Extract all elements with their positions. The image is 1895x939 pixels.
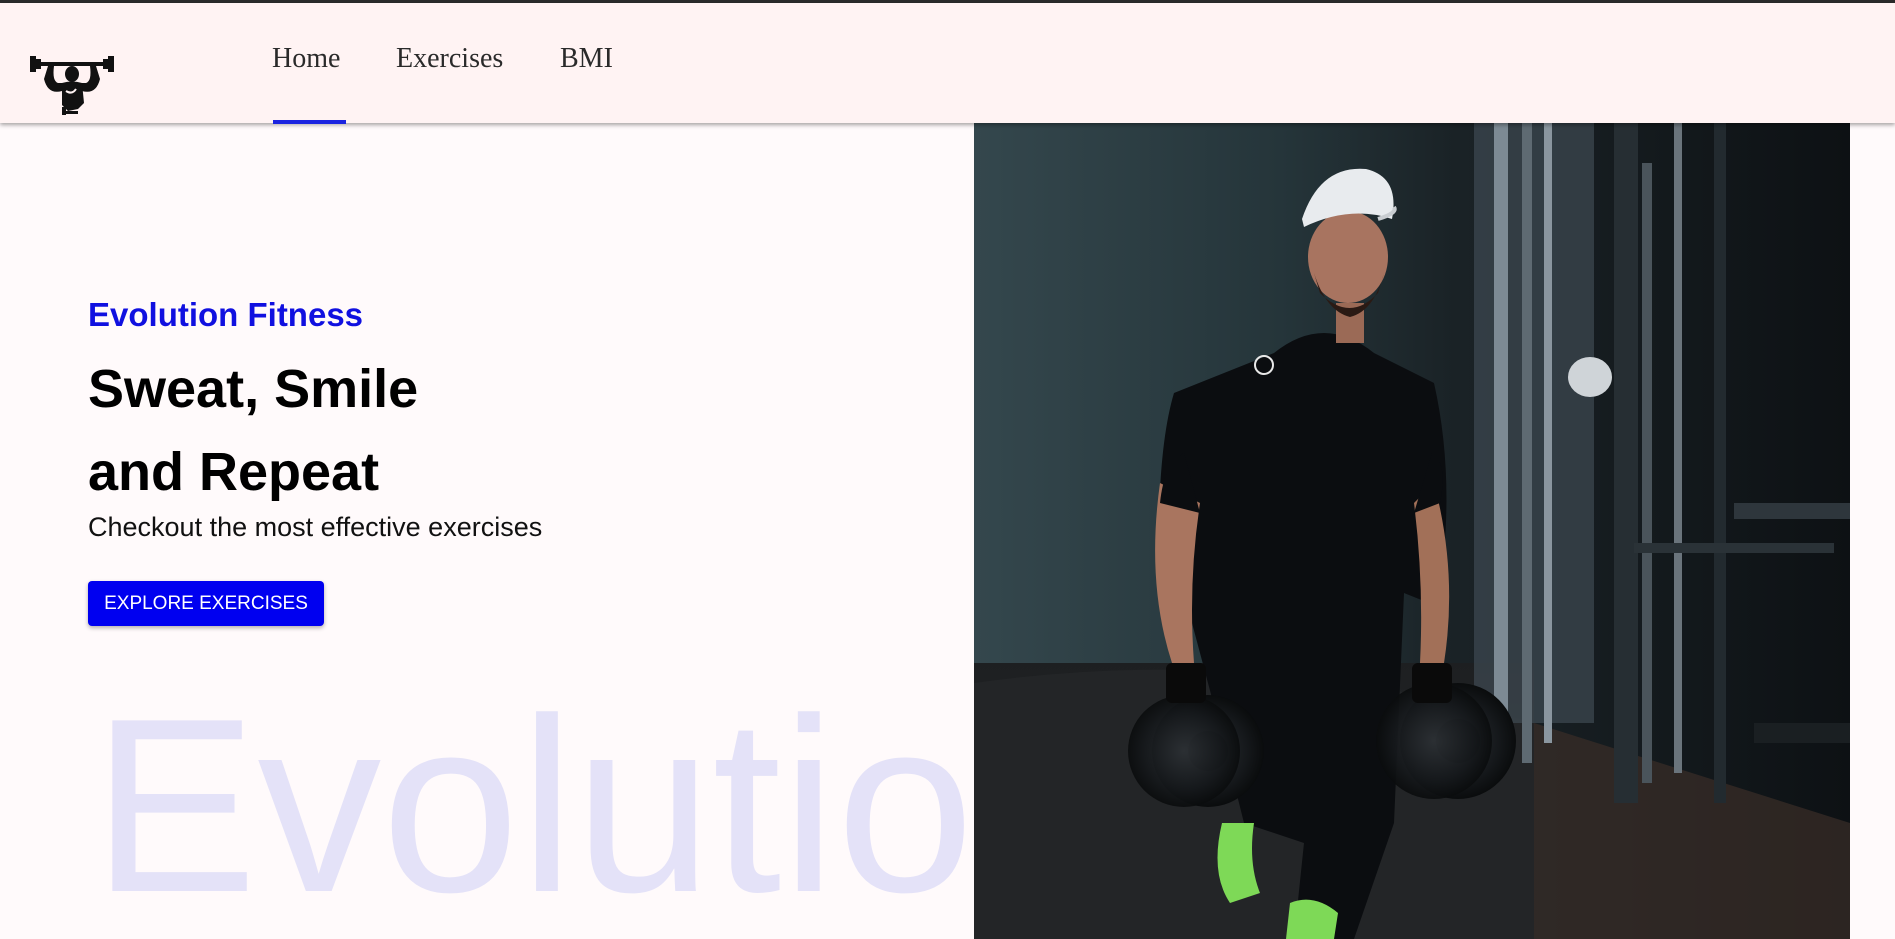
weightlifter-logo-icon[interactable] [28,47,116,115]
explore-exercises-button[interactable]: EXPLORE EXERCISES [88,581,324,626]
hero-title: Sweat, Smile and Repeat [88,348,788,514]
nav-bmi-link[interactable]: BMI [560,43,613,75]
hero-title-line2: and Repeat [88,442,380,502]
nav-home-link[interactable]: Home [272,43,340,75]
hero-title-line1: Sweat, Smile [88,359,419,419]
hero-brand: Evolution Fitness [88,296,364,333]
hero-watermark: Evolution [92,672,974,939]
nav-exercises-link[interactable]: Exercises [396,43,503,75]
active-tab-indicator [273,120,346,124]
hero-image [974,123,1850,939]
navbar: Home Exercises BMI [0,3,1895,124]
hero-subtitle: Checkout the most effective exercises [88,512,543,542]
